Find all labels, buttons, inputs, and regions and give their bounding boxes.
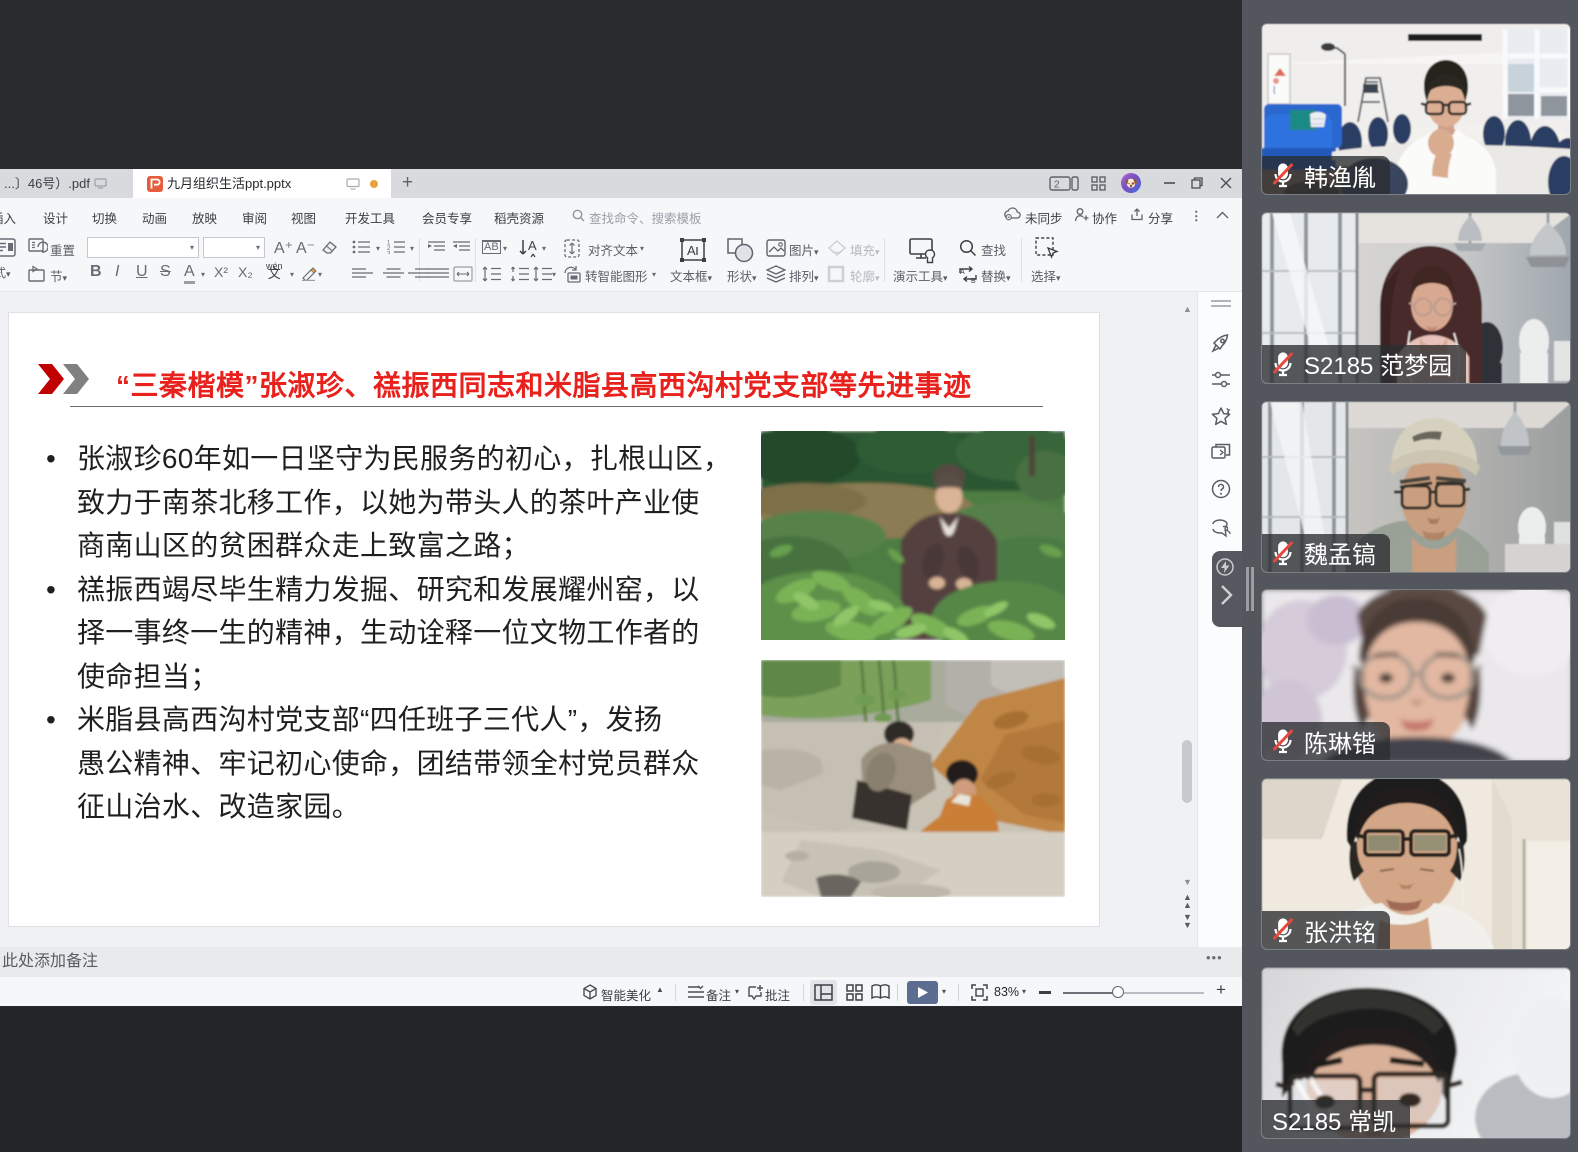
svg-text:A: A bbox=[960, 269, 965, 276]
svg-text:A: A bbox=[687, 243, 696, 258]
svg-text:A: A bbox=[528, 238, 537, 253]
svg-text:B: B bbox=[971, 278, 976, 283]
svg-text:2: 2 bbox=[1054, 180, 1060, 191]
svg-text:3: 3 bbox=[387, 252, 391, 255]
